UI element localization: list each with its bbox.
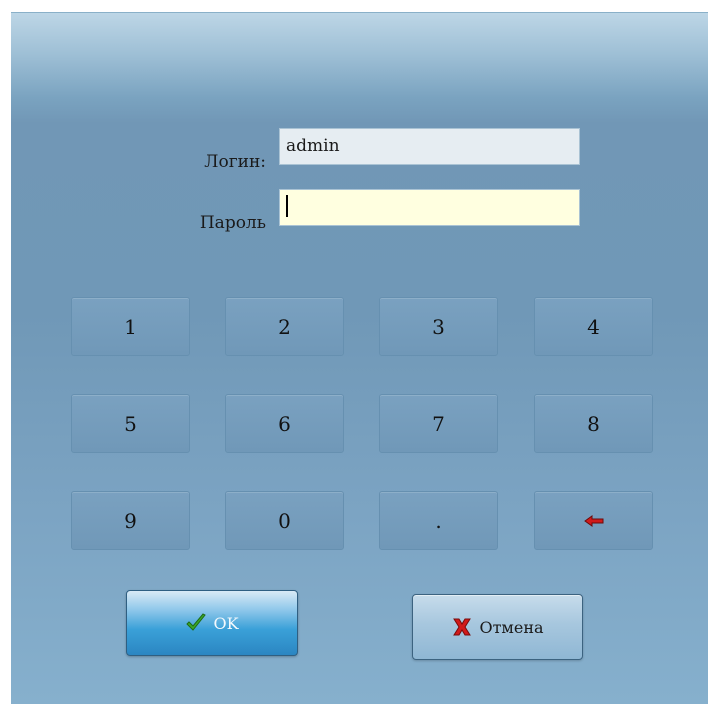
key-6[interactable]: 6 — [225, 394, 344, 453]
login-dialog: Логин: admin Пароль 1 2 3 4 5 6 7 8 9 0 … — [11, 12, 708, 704]
key-8[interactable]: 8 — [534, 394, 653, 453]
key-4[interactable]: 4 — [534, 297, 653, 356]
login-label: Логин: — [204, 152, 266, 172]
key-2[interactable]: 2 — [225, 297, 344, 356]
ok-button-label: OK — [213, 613, 239, 633]
red-x-icon — [453, 618, 472, 636]
cancel-button[interactable]: Отмена — [412, 594, 583, 660]
key-3[interactable]: 3 — [379, 297, 498, 356]
password-input[interactable] — [279, 189, 580, 226]
login-input[interactable]: admin — [279, 128, 580, 165]
checkmark-icon — [186, 613, 207, 631]
cancel-button-label: Отмена — [479, 617, 544, 637]
key-7[interactable]: 7 — [379, 394, 498, 453]
key-backspace[interactable] — [534, 491, 653, 550]
password-label: Пароль — [199, 213, 266, 233]
key-5[interactable]: 5 — [71, 394, 190, 453]
key-0[interactable]: 0 — [225, 491, 344, 550]
key-9[interactable]: 9 — [71, 491, 190, 550]
key-1[interactable]: 1 — [71, 297, 190, 356]
ok-button[interactable]: OK — [126, 590, 298, 656]
backspace-arrow-icon — [583, 514, 603, 527]
key-dot[interactable]: . — [379, 491, 498, 550]
text-caret — [286, 195, 288, 217]
